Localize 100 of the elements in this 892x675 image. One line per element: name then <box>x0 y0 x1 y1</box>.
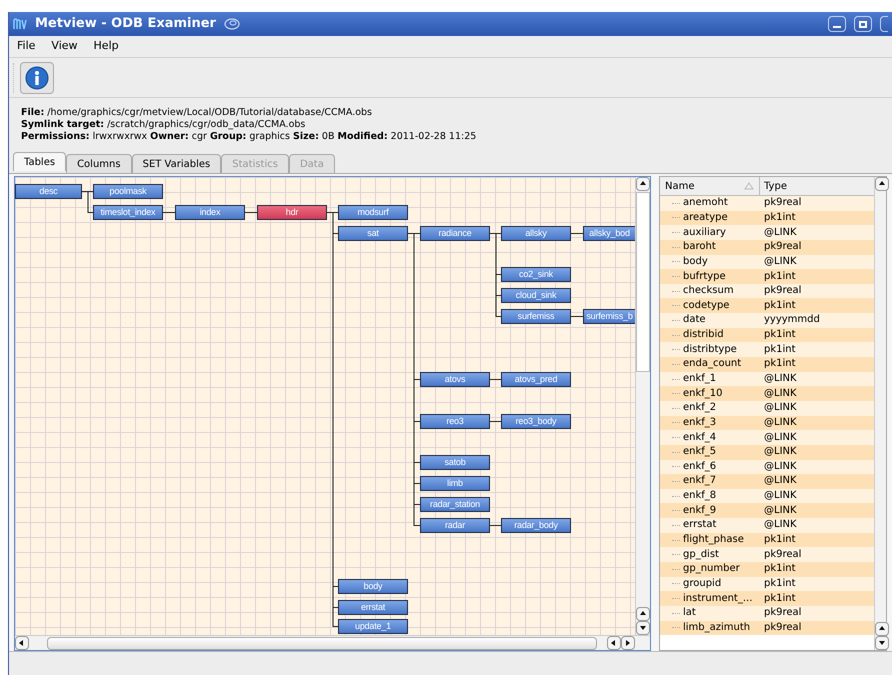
type-cell-text: @LINK <box>763 256 797 267</box>
table-node[interactable]: reo3_body <box>501 414 571 429</box>
type-cell-text: pk9real <box>763 608 802 618</box>
connector-line <box>490 379 502 380</box>
tab[interactable]: Tables <box>13 152 66 171</box>
scroll-right-button[interactable] <box>621 636 635 650</box>
table-node[interactable]: radiance <box>420 226 490 241</box>
type-cell-text: pk1int <box>763 330 796 340</box>
type-cell-text: pk1int <box>763 344 796 355</box>
scroll-left-button[interactable] <box>607 636 621 650</box>
type-cell-text: @LINK <box>763 476 797 486</box>
table-node[interactable]: atovs <box>420 372 490 387</box>
table-node[interactable]: surfemiss <box>501 309 571 324</box>
column-header[interactable]: Type <box>760 177 874 195</box>
table-node[interactable]: atovs_pred <box>501 372 571 387</box>
table-node[interactable]: radar_body <box>501 518 571 533</box>
vertical-scrollbar[interactable] <box>874 177 886 650</box>
name-cell: distribid <box>683 330 724 340</box>
table-node[interactable]: radar <box>420 518 490 533</box>
menu-item[interactable]: File <box>17 38 36 55</box>
scroll-up-button[interactable] <box>636 177 650 191</box>
table-node[interactable]: cloud_sink <box>501 288 571 303</box>
name-cell: body <box>683 256 708 267</box>
name-cell: enkf_1 <box>683 374 716 384</box>
type-cell-text: pk9real <box>763 286 802 296</box>
name-cell: areatype <box>683 212 728 223</box>
name-cell: codetype <box>683 300 730 311</box>
table-node[interactable]: reo3 <box>420 414 490 429</box>
column-header[interactable]: Name <box>660 177 760 195</box>
name-cell: checksum <box>683 286 734 296</box>
type-cell-text: pk9real <box>763 550 802 560</box>
table-node[interactable]: surfemiss_b <box>583 309 635 324</box>
name-cell: enda_count <box>683 359 742 370</box>
table-node[interactable]: modsurf <box>338 205 408 220</box>
table-node[interactable]: desc <box>15 184 82 199</box>
type-cell-text: @LINK <box>763 388 797 399</box>
horizontal-scrollbar[interactable] <box>15 635 650 650</box>
menu-item[interactable]: Help <box>94 38 119 55</box>
info-button[interactable] <box>20 62 54 94</box>
scroll-left-button[interactable] <box>15 636 29 650</box>
type-cell-text: @LINK <box>763 432 797 443</box>
type-cell-text: yyyymmdd <box>763 315 820 326</box>
type-cell-text: pk9real <box>763 198 802 208</box>
swirl-icon <box>224 17 240 31</box>
scroll-down-button[interactable] <box>636 621 650 635</box>
maximize-button[interactable] <box>854 16 872 32</box>
close-button[interactable] <box>880 16 888 32</box>
scroll-up-button[interactable] <box>875 622 889 636</box>
minimize-button[interactable] <box>828 16 846 32</box>
table-node[interactable]: timeslot_index <box>93 205 163 220</box>
table-node[interactable]: limb <box>420 476 490 491</box>
name-cell: enkf_10 <box>683 388 723 399</box>
table-node[interactable]: body <box>338 579 408 594</box>
name-cell: enkf_4 <box>683 432 716 443</box>
name-cell: lat <box>683 608 696 618</box>
info-line: File: /home/graphics/cgr/metview/Local/ODB/Tutorial/database/CCMA.obs <box>21 107 374 119</box>
name-cell: limb_azimuth <box>683 622 750 633</box>
table-node[interactable]: hdr <box>257 205 327 220</box>
info-line: Symlink target: /scratch/graphics/cgr/odb_data/CCMA.obs <box>21 119 306 131</box>
name-cell: enkf_2 <box>683 403 716 414</box>
type-cell-text: pk1int <box>763 272 796 282</box>
scroll-up-button[interactable] <box>636 607 650 621</box>
table-node[interactable]: errstat <box>338 600 408 615</box>
connector-line <box>570 233 584 234</box>
tab[interactable]: Columns <box>66 154 132 173</box>
name-cell: enkf_8 <box>683 491 716 502</box>
connector-line <box>570 316 584 317</box>
type-cell-text: pk1int <box>763 212 796 223</box>
tab[interactable]: SET Variables <box>132 154 222 173</box>
table-node[interactable]: radar_station <box>420 497 490 512</box>
name-cell: flight_phase <box>683 535 744 546</box>
table-node[interactable]: allsky <box>501 226 571 241</box>
type-cell-text: @LINK <box>763 447 797 458</box>
name-cell: enkf_6 <box>683 462 716 472</box>
type-cell-text: pk1int <box>763 359 796 370</box>
type-cell-text: pk1int <box>763 564 796 574</box>
name-cell: enkf_3 <box>683 418 716 428</box>
name-cell: distribtype <box>683 344 737 355</box>
type-cell-text: @LINK <box>763 418 797 428</box>
type-cell-text: pk1int <box>763 300 796 311</box>
table-node[interactable]: update_1 <box>338 619 408 634</box>
name-cell: enkf_7 <box>683 476 716 486</box>
table-node[interactable]: sat <box>338 226 408 241</box>
vertical-scrollbar[interactable] <box>635 177 650 635</box>
scroll-up-button[interactable] <box>875 177 889 191</box>
menu-item[interactable]: View <box>51 38 78 55</box>
table-node[interactable]: allsky_bod <box>583 226 635 241</box>
scroll-down-button[interactable] <box>875 636 889 650</box>
type-cell-text: pk9real <box>763 242 802 252</box>
type-cell-text: @LINK <box>763 374 797 384</box>
type-cell-text: @LINK <box>763 520 797 530</box>
info-line: Permissions: lrwxrwxrwx Owner: cgr Group: graphics Size: 0B Modified: 2011-02-28 11:25 <box>21 131 478 143</box>
name-cell: instrument_... <box>683 594 752 604</box>
connector-line <box>490 525 502 526</box>
table-node[interactable]: satob <box>420 455 490 470</box>
table-node[interactable]: co2_sink <box>501 267 571 282</box>
table-node[interactable]: index <box>175 205 245 220</box>
connector-line <box>244 212 258 213</box>
type-cell-text: pk1int <box>763 594 796 604</box>
table-node[interactable]: poolmask <box>93 184 163 199</box>
